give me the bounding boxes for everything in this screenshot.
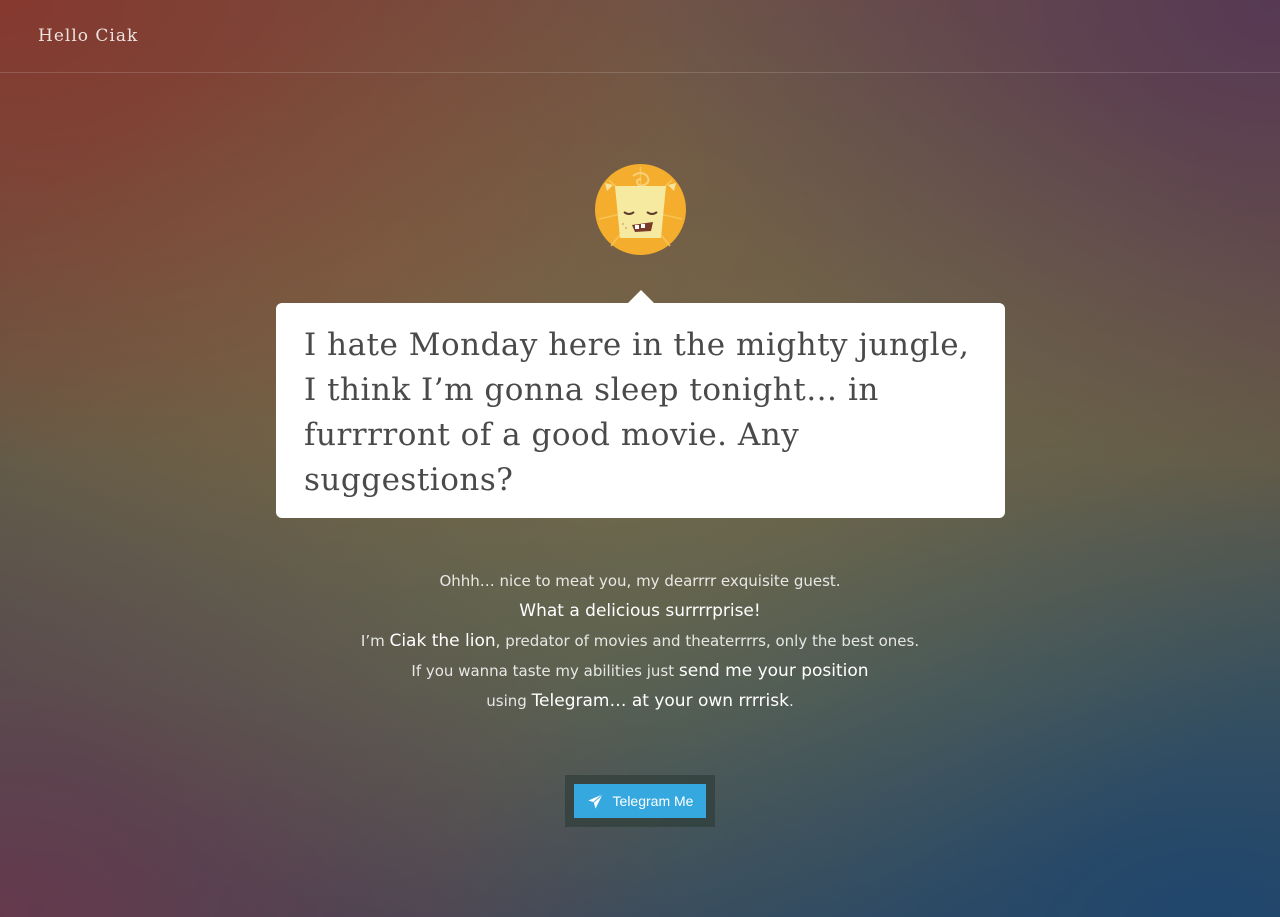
intro-line-5-suffix: .: [788, 692, 794, 710]
intro-line-5: using Telegram… at your own rrrrisk.: [240, 686, 1040, 716]
lion-icon: [595, 164, 686, 255]
intro-line-5-prefix: using: [486, 692, 532, 710]
telegram-button-frame: Telegram Me: [565, 775, 715, 827]
intro-line-3-highlight: Ciak the lion: [389, 631, 496, 651]
top-navbar: Hello Ciak: [0, 0, 1280, 73]
intro-line-4-prefix: If you wanna taste my abilities just: [411, 662, 679, 680]
intro-line-4-highlight: send me your position: [678, 661, 869, 681]
intro-line-3: I’m Ciak the lion, predator of movies an…: [240, 626, 1040, 656]
intro-line-2: What a delicious surrrrprise!: [519, 601, 761, 621]
intro-line-1: Ohhh… nice to meat you, my dearrrr exqui…: [439, 572, 841, 590]
intro-line-3-prefix: I’m: [360, 632, 390, 650]
intro-line-3-suffix: , predator of movies and theaterrrrs, on…: [495, 632, 920, 650]
bubble-message: I hate Monday here in the mighty jungle,…: [304, 327, 970, 498]
telegram-me-label: Telegram Me: [612, 793, 694, 809]
telegram-me-button[interactable]: Telegram Me: [574, 784, 706, 818]
speech-bubble: I hate Monday here in the mighty jungle,…: [276, 290, 1005, 518]
intro-line-4: If you wanna taste my abilities just sen…: [240, 656, 1040, 686]
intro-line-5-highlight: Telegram… at your own rrrrisk: [531, 691, 789, 711]
brand-link[interactable]: Hello Ciak: [38, 26, 138, 46]
intro-text: Ohhh… nice to meat you, my dearrrr exqui…: [240, 566, 1040, 716]
lion-avatar-svg: [595, 164, 686, 255]
paper-plane-icon: [587, 793, 603, 809]
